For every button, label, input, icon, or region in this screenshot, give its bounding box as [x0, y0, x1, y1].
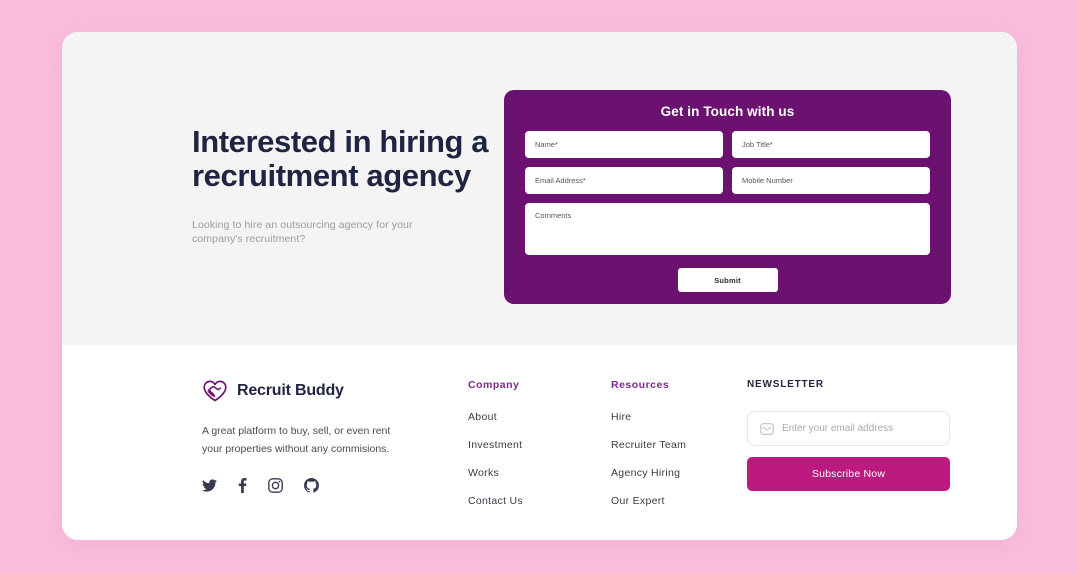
email-address-input[interactable] — [525, 167, 723, 194]
footer-column-heading: Resources — [611, 379, 670, 391]
instagram-icon[interactable] — [268, 478, 283, 493]
newsletter-heading: NEWSLETTER — [747, 379, 824, 390]
footer-link-recruiter-team[interactable]: Recruiter Team — [611, 439, 686, 451]
form-row-1 — [525, 131, 930, 158]
github-icon[interactable] — [304, 478, 320, 493]
form-row-2 — [525, 167, 930, 194]
mobile-number-input[interactable] — [732, 167, 930, 194]
footer-link-works[interactable]: Works — [468, 467, 523, 479]
footer-link-about[interactable]: About — [468, 411, 523, 423]
newsletter-column: NEWSLETTER Subscribe Now — [747, 379, 950, 491]
footer-column-company: Company About Investment Works Contact U… — [468, 379, 523, 507]
page-title: Interested in hiring a recruitment agenc… — [192, 124, 489, 193]
footer-column-resources: Resources Hire Recruiter Team Agency Hir… — [611, 379, 686, 507]
social-links — [202, 477, 402, 493]
footer-link-our-expert[interactable]: Our Expert — [611, 495, 686, 507]
footer-brand-column: Recruit Buddy A great platform to buy, s… — [202, 379, 402, 493]
subscribe-now-button[interactable]: Subscribe Now — [747, 457, 950, 491]
hero-text-block: Interested in hiring a recruitment agenc… — [192, 125, 492, 246]
name-input[interactable] — [525, 131, 723, 158]
page-card: Interested in hiring a recruitment agenc… — [62, 32, 1017, 540]
footer-link-contact-us[interactable]: Contact Us — [468, 495, 523, 507]
heart-handshake-icon — [202, 379, 228, 403]
footer-section: Recruit Buddy A great platform to buy, s… — [62, 345, 1017, 540]
contact-form-panel: Get in Touch with us Submit — [504, 90, 951, 304]
contact-form-title: Get in Touch with us — [660, 104, 795, 119]
brand-name: Recruit Buddy — [237, 382, 344, 399]
newsletter-email-input[interactable] — [782, 423, 937, 434]
hero-section: Interested in hiring a recruitment agenc… — [62, 32, 1017, 345]
envelope-icon — [760, 422, 774, 435]
hero-subtitle: Looking to hire an outsourcing agency fo… — [192, 219, 413, 245]
brand-description: A great platform to buy, sell, or even r… — [202, 425, 391, 455]
footer-link-agency-hiring[interactable]: Agency Hiring — [611, 467, 686, 479]
submit-button[interactable]: Submit — [677, 268, 778, 292]
footer-link-hire[interactable]: Hire — [611, 411, 686, 423]
facebook-icon[interactable] — [238, 477, 247, 493]
job-title-input[interactable] — [732, 131, 930, 158]
footer-column-heading: Company — [468, 379, 520, 391]
comments-textarea[interactable] — [525, 203, 930, 255]
twitter-icon[interactable] — [202, 479, 217, 492]
newsletter-input-wrapper[interactable] — [747, 411, 950, 446]
submit-row: Submit — [525, 268, 930, 292]
brand-row: Recruit Buddy — [202, 379, 402, 403]
footer-link-investment[interactable]: Investment — [468, 439, 523, 451]
